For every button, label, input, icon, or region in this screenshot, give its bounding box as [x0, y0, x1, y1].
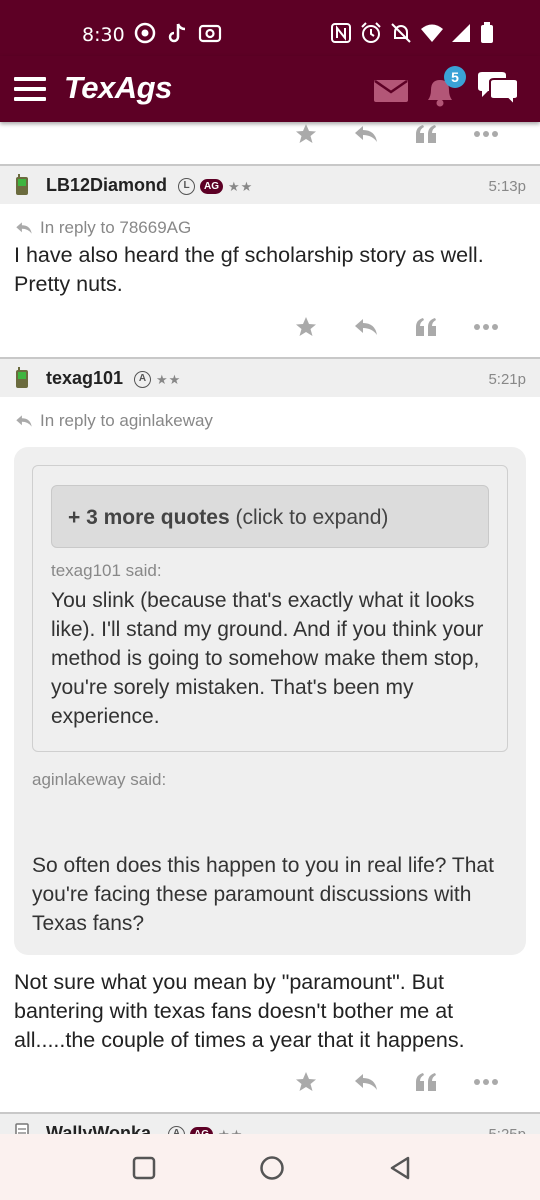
more-options-icon[interactable] — [456, 1068, 516, 1096]
user-rating-stars: ★★ — [218, 1126, 244, 1135]
hamburger-menu-icon[interactable] — [14, 76, 46, 102]
app-bar: TexAgs 5 — [0, 56, 540, 122]
user-badge-a: A — [134, 371, 151, 388]
post-body: I have also heard the gf scholarship sto… — [14, 243, 484, 296]
star-icon[interactable] — [276, 1068, 336, 1096]
tiktok-icon — [166, 22, 188, 44]
user-badge-l: L — [178, 178, 195, 195]
user-rating-stars: ★★ — [228, 178, 254, 194]
user-badge-ag: AG — [200, 179, 223, 194]
nested-quote-block: + 3 more quotes (click to expand) texag1… — [32, 465, 508, 752]
chrome-icon — [134, 22, 156, 44]
quote-block: + 3 more quotes (click to expand) texag1… — [14, 447, 526, 955]
recent-apps-icon[interactable] — [130, 1154, 158, 1182]
status-time: 8:30 — [82, 24, 125, 46]
battery-icon — [480, 22, 502, 44]
back-icon[interactable] — [386, 1154, 414, 1182]
quote-icon[interactable] — [396, 313, 456, 341]
reply-icon[interactable] — [336, 122, 396, 148]
post-username[interactable]: texag101 — [46, 368, 123, 389]
nfc-icon — [330, 22, 352, 44]
post-time: 5:21p — [488, 371, 526, 388]
status-bar: 8:30 — [0, 0, 540, 56]
mute-icon — [390, 22, 412, 44]
notepad-icon — [15, 1122, 29, 1134]
alarm-icon — [360, 22, 382, 44]
more-quotes-count: + 3 more quotes — [68, 506, 230, 529]
notification-count-badge[interactable]: 5 — [444, 66, 466, 88]
post-actions — [276, 122, 516, 148]
reply-to-link[interactable]: In reply to aginlakeway — [14, 411, 213, 431]
more-options-icon[interactable] — [456, 122, 516, 148]
mail-icon[interactable] — [374, 79, 408, 102]
reply-to-text: In reply to aginlakeway — [40, 411, 213, 430]
post-header[interactable]: WallyWonka A AG ★★ 5:25p — [0, 1112, 540, 1134]
post-header[interactable]: LB12Diamond L AG ★★ 5:13p — [0, 164, 540, 204]
post-feed[interactable]: LB12Diamond L AG ★★ 5:13p In reply to 78… — [0, 122, 540, 1134]
quote-author: texag101 said: — [51, 561, 162, 580]
camera-icon — [198, 22, 222, 44]
user-rating-stars: ★★ — [156, 371, 182, 387]
reply-to-link[interactable]: In reply to 78669AG — [14, 218, 191, 238]
quote-author: aginlakeway said: — [32, 770, 167, 789]
quote-text: So often does this happen to you in real… — [32, 854, 494, 935]
mobile-phone-icon — [15, 174, 29, 196]
post-actions — [276, 1068, 516, 1096]
reply-icon[interactable] — [336, 313, 396, 341]
quote-text: You slink (because that's exactly what i… — [51, 589, 484, 728]
reply-icon[interactable] — [336, 1068, 396, 1096]
mobile-phone-icon — [15, 367, 29, 389]
post-actions — [276, 313, 516, 341]
chat-icon[interactable] — [476, 72, 520, 108]
reply-arrow-icon — [16, 415, 32, 427]
expand-quotes-button[interactable]: + 3 more quotes (click to expand) — [51, 485, 489, 548]
post-time: 5:13p — [488, 178, 526, 195]
quote-icon[interactable] — [396, 1068, 456, 1096]
more-quotes-hint: (click to expand) — [229, 506, 389, 529]
wifi-icon — [420, 22, 443, 44]
post-header[interactable]: texag101 A ★★ 5:21p — [0, 357, 540, 397]
more-options-icon[interactable] — [456, 313, 516, 341]
reply-arrow-icon — [16, 222, 32, 234]
texags-logo[interactable]: TexAgs — [64, 70, 172, 106]
post-username[interactable]: LB12Diamond — [46, 175, 167, 196]
post-username[interactable]: WallyWonka — [46, 1123, 151, 1134]
quote-icon[interactable] — [396, 122, 456, 148]
home-icon[interactable] — [258, 1154, 286, 1182]
star-icon[interactable] — [276, 313, 336, 341]
system-navigation-bar — [0, 1134, 540, 1200]
post-time: 5:25p — [488, 1126, 526, 1134]
post-body: Not sure what you mean by "paramount". B… — [14, 970, 465, 1052]
star-icon[interactable] — [276, 122, 336, 148]
user-badge-a: A — [168, 1126, 185, 1134]
reply-to-text: In reply to 78669AG — [40, 218, 192, 237]
user-badge-ag: AG — [190, 1127, 213, 1134]
signal-icon — [450, 22, 472, 44]
